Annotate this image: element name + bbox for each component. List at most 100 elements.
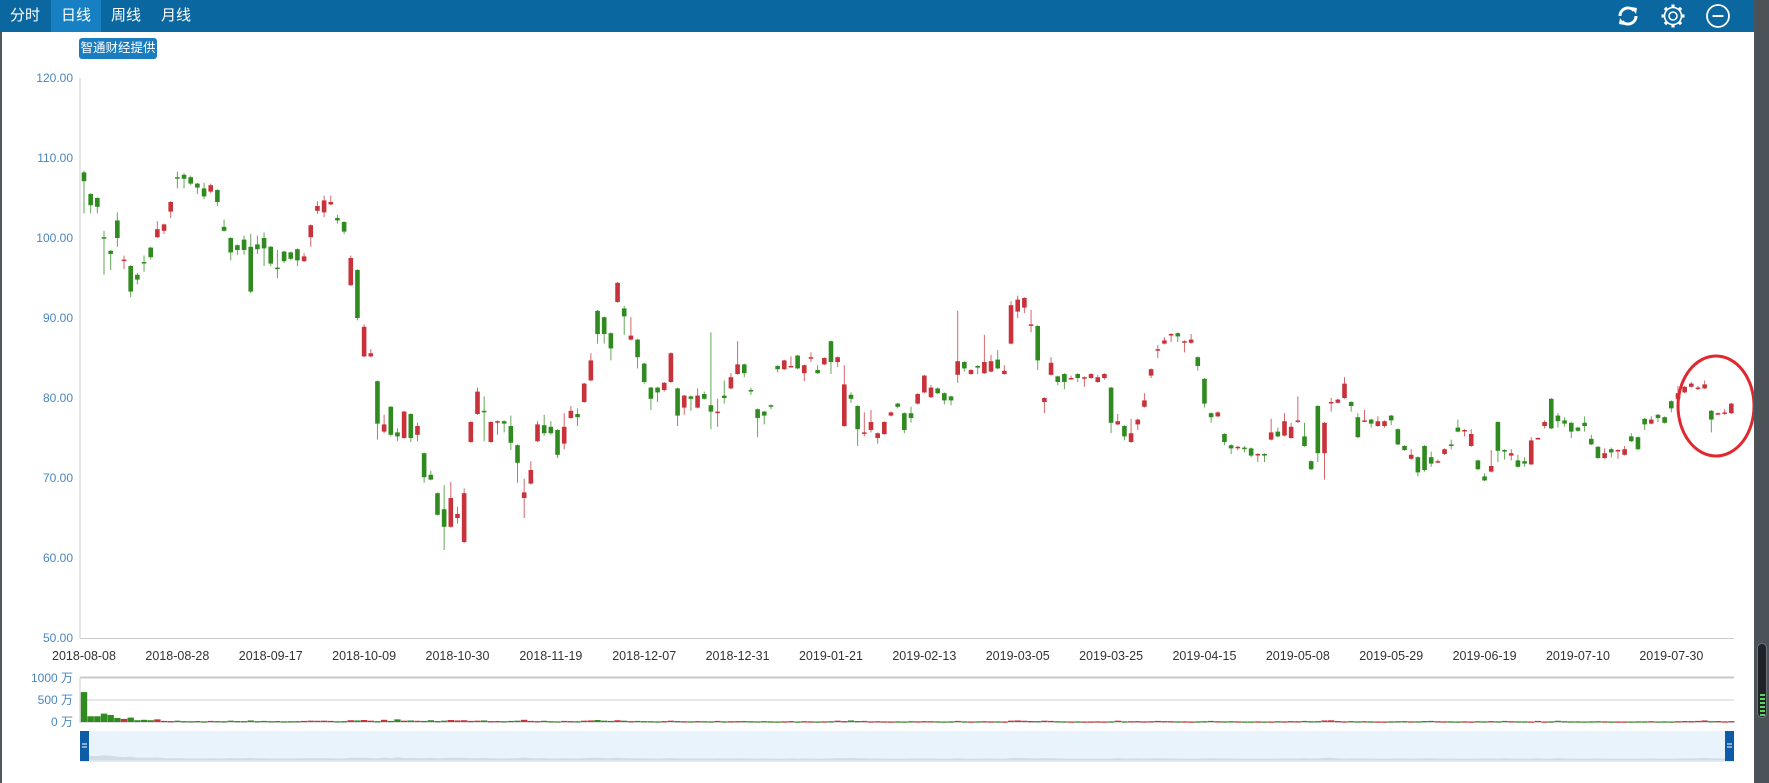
- candle[interactable]: [1442, 448, 1447, 455]
- candle[interactable]: [128, 265, 133, 298]
- candle[interactable]: [268, 246, 274, 266]
- candle[interactable]: [1102, 373, 1107, 380]
- candle[interactable]: [1262, 453, 1267, 462]
- candle[interactable]: [1068, 375, 1074, 380]
- candle[interactable]: [1568, 422, 1574, 438]
- candle[interactable]: [355, 269, 360, 321]
- candle[interactable]: [375, 380, 380, 440]
- candle[interactable]: [1635, 436, 1641, 450]
- candle[interactable]: [148, 246, 153, 260]
- candle[interactable]: [621, 306, 627, 335]
- candle[interactable]: [1022, 297, 1027, 314]
- candle[interactable]: [161, 223, 167, 234]
- candle[interactable]: [415, 422, 420, 442]
- candle[interactable]: [1122, 425, 1127, 441]
- candle[interactable]: [521, 478, 527, 518]
- candle[interactable]: [1608, 447, 1614, 458]
- candle[interactable]: [942, 392, 947, 405]
- candle[interactable]: [988, 354, 994, 373]
- candle[interactable]: [1015, 295, 1021, 318]
- candle[interactable]: [315, 201, 320, 214]
- candle[interactable]: [748, 387, 754, 395]
- candle[interactable]: [1028, 310, 1034, 333]
- candle[interactable]: [308, 224, 314, 247]
- candle[interactable]: [821, 357, 827, 366]
- candle[interactable]: [1082, 376, 1087, 387]
- candle[interactable]: [848, 392, 854, 403]
- candle[interactable]: [635, 338, 640, 369]
- candle[interactable]: [1295, 396, 1301, 423]
- candle[interactable]: [1175, 332, 1181, 342]
- candle[interactable]: [1562, 417, 1567, 427]
- candle[interactable]: [1302, 422, 1307, 447]
- candle[interactable]: [1508, 449, 1514, 461]
- candle[interactable]: [455, 506, 460, 524]
- candle[interactable]: [1455, 419, 1461, 433]
- candle[interactable]: [1595, 446, 1601, 459]
- candle[interactable]: [575, 408, 580, 426]
- candle[interactable]: [495, 420, 500, 435]
- candle[interactable]: [1648, 416, 1654, 425]
- candle[interactable]: [1548, 398, 1554, 430]
- candle[interactable]: [295, 248, 300, 266]
- candle[interactable]: [955, 310, 960, 383]
- candle[interactable]: [281, 250, 287, 263]
- candle[interactable]: [862, 412, 867, 437]
- candle[interactable]: [675, 387, 680, 426]
- candle[interactable]: [348, 255, 354, 286]
- candle[interactable]: [508, 415, 514, 450]
- candle[interactable]: [1142, 393, 1147, 408]
- candle[interactable]: [1095, 374, 1101, 383]
- candle[interactable]: [1342, 377, 1347, 399]
- candle[interactable]: [155, 221, 160, 238]
- candle[interactable]: [701, 391, 707, 400]
- candle[interactable]: [1115, 414, 1121, 426]
- candle[interactable]: [1215, 411, 1221, 418]
- window-scrollbar-thumb[interactable]: [1757, 643, 1767, 718]
- candle[interactable]: [1488, 450, 1494, 473]
- candle[interactable]: [975, 365, 980, 374]
- candle[interactable]: [1515, 454, 1521, 468]
- candle[interactable]: [208, 183, 214, 194]
- candle[interactable]: [1575, 426, 1581, 432]
- candle[interactable]: [1062, 373, 1067, 390]
- candle[interactable]: [568, 406, 574, 419]
- candle[interactable]: [1255, 453, 1261, 462]
- candle[interactable]: [1108, 386, 1114, 434]
- candle[interactable]: [201, 182, 207, 199]
- candle[interactable]: [708, 332, 714, 430]
- candle[interactable]: [1528, 437, 1534, 466]
- candle[interactable]: [95, 197, 100, 214]
- candle[interactable]: [468, 421, 474, 443]
- candle[interactable]: [1388, 414, 1394, 426]
- candle[interactable]: [1482, 473, 1487, 482]
- candle[interactable]: [421, 452, 427, 483]
- candle[interactable]: [1315, 405, 1321, 462]
- candle[interactable]: [1188, 334, 1194, 344]
- candle[interactable]: [1462, 429, 1467, 437]
- candle[interactable]: [915, 393, 920, 405]
- candle[interactable]: [1628, 433, 1634, 442]
- candle[interactable]: [648, 386, 654, 410]
- candle[interactable]: [361, 324, 367, 358]
- candle[interactable]: [555, 429, 560, 458]
- candle[interactable]: [1655, 414, 1661, 422]
- candle[interactable]: [335, 214, 340, 224]
- candle[interactable]: [301, 253, 307, 262]
- candle[interactable]: [1088, 373, 1094, 379]
- candle[interactable]: [1615, 449, 1621, 459]
- candle[interactable]: [255, 235, 260, 254]
- candle[interactable]: [1475, 459, 1481, 470]
- candle[interactable]: [875, 432, 880, 444]
- candle[interactable]: [1368, 418, 1374, 428]
- candle[interactable]: [895, 402, 900, 409]
- candle[interactable]: [775, 365, 780, 373]
- candle[interactable]: [1348, 401, 1354, 412]
- candle[interactable]: [168, 201, 174, 218]
- zoom-slider-left-handle[interactable]: [80, 731, 89, 761]
- candle[interactable]: [541, 414, 547, 436]
- candle[interactable]: [228, 237, 234, 261]
- candle[interactable]: [788, 356, 794, 368]
- candle[interactable]: [815, 365, 820, 374]
- candle[interactable]: [1168, 333, 1174, 342]
